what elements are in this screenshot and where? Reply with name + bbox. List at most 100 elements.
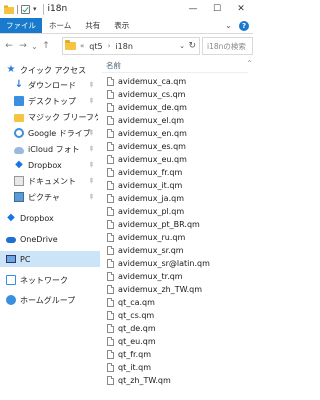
file-row[interactable]: avidemux_eu.qm [102, 153, 250, 166]
nav-item-onedrive[interactable]: OneDrive [0, 231, 100, 247]
window-title: i18n [47, 4, 68, 14]
up-button[interactable]: ↑ [39, 36, 53, 56]
separator [42, 3, 44, 15]
refresh-icon[interactable]: ↻ [188, 41, 196, 51]
file-row[interactable]: avidemux_sr.qm [102, 244, 250, 257]
file-list-pane: 名前 ^ avidemux_ca.qm avidemux_cs.qm avidemu… [100, 58, 253, 400]
nav-item-label: PC [20, 254, 31, 264]
properties-icon[interactable] [21, 4, 30, 14]
tab-view[interactable]: 表示 [107, 18, 136, 33]
navigation-bar: ← → ⌄ ↑ « qt5 › i18n ⌄ ↻ i18nの検索 [0, 34, 253, 58]
nav-item-pc[interactable]: PC [0, 251, 100, 267]
breadcrumb-separator-icon[interactable]: › [108, 42, 111, 50]
file-row[interactable]: avidemux_el.qm [102, 114, 250, 127]
file-row[interactable]: avidemux_de.qm [102, 101, 250, 114]
nav-item-label: クイック アクセス [20, 65, 87, 75]
nav-item-icloud-photos[interactable]: iCloud フォト ✎ [0, 141, 100, 157]
nav-item-label: OneDrive [20, 234, 58, 244]
file-row[interactable]: qt_eu.qm [102, 335, 250, 348]
file-row[interactable]: avidemux_pt_BR.qm [102, 218, 250, 231]
minimize-button[interactable]: — [181, 0, 205, 18]
file-name: qt_fr.qm [118, 350, 151, 359]
file-row[interactable]: avidemux_es.qm [102, 140, 250, 153]
nav-item-label: ダウンロード [28, 80, 76, 90]
nav-item-desktop[interactable]: デスクトップ ✎ [0, 93, 100, 109]
folder-icon [65, 40, 76, 50]
separator [17, 4, 18, 14]
file-row[interactable]: avidemux_it.qm [102, 179, 250, 192]
file-name: qt_cs.qm [118, 311, 155, 320]
file-icon [107, 116, 114, 125]
file-row[interactable]: avidemux_ca.qm [102, 75, 250, 88]
file-row[interactable]: qt_ca.qm [102, 296, 250, 309]
nav-item-downloads[interactable]: ↓ ダウンロード ✎ [0, 77, 100, 93]
file-icon [107, 272, 114, 281]
search-box[interactable]: i18nの検索 [202, 37, 253, 55]
nav-item-network[interactable]: ネットワーク [0, 272, 100, 288]
file-icon [107, 324, 114, 333]
file-icon [107, 129, 114, 138]
homegroup-icon [6, 295, 16, 305]
close-button[interactable]: ✕ [229, 0, 253, 18]
nav-item-quick-access[interactable]: ★ クイック アクセス [0, 62, 100, 78]
breadcrumb-qt5[interactable]: qt5 [89, 42, 102, 51]
file-row[interactable]: avidemux_en.qm [102, 127, 250, 140]
file-icon [107, 220, 114, 229]
quick-access-toolbar-dropdown-icon[interactable]: ▾ [33, 5, 37, 13]
dropbox-icon: ◆ [15, 159, 23, 170]
pin-icon: ✎ [86, 144, 96, 154]
nav-item-google-drive[interactable]: Google ドライブ ✎ [0, 125, 100, 141]
file-row[interactable]: avidemux_pl.qm [102, 205, 250, 218]
recent-locations-icon[interactable]: ⌄ [30, 36, 39, 56]
expand-ribbon-icon[interactable]: ⌄ [224, 21, 233, 30]
file-row[interactable]: avidemux_fr.qm [102, 166, 250, 179]
file-name: avidemux_ca.qm [118, 77, 187, 86]
tab-share[interactable]: 共有 [78, 18, 107, 33]
address-bar[interactable]: « qt5 › i18n ⌄ ↻ [62, 37, 200, 55]
forward-button[interactable]: → [16, 36, 30, 56]
file-icon [107, 376, 114, 385]
navigation-pane: ★ クイック アクセス ↓ ダウンロード ✎ デスクトップ ✎ マジック ブリー… [0, 58, 100, 400]
nav-item-label: Dropbox [28, 160, 62, 170]
nav-item-briefcase[interactable]: マジック ブリーフケース ✎ [0, 109, 100, 125]
file-row[interactable]: qt_cs.qm [102, 309, 250, 322]
breadcrumb-i18n[interactable]: i18n [115, 42, 132, 51]
file-name: qt_eu.qm [118, 337, 156, 346]
dropbox-icon: ◆ [7, 212, 15, 223]
file-row[interactable]: avidemux_cs.qm [102, 88, 250, 101]
nav-item-pictures[interactable]: ピクチャ ✎ [0, 189, 100, 205]
file-row[interactable]: qt_fr.qm [102, 348, 250, 361]
tab-file[interactable]: ファイル [0, 18, 42, 33]
overflow-crumb-icon[interactable]: « [80, 42, 84, 50]
file-name: qt_zh_TW.qm [118, 376, 171, 385]
file-name: avidemux_sr@latin.qm [118, 259, 210, 268]
address-dropdown-icon[interactable]: ⌄ [179, 42, 185, 50]
back-button[interactable]: ← [2, 36, 16, 56]
file-icon [107, 298, 114, 307]
file-icon [107, 103, 114, 112]
file-row[interactable]: qt_zh_TW.qm [102, 374, 250, 387]
nav-item-documents[interactable]: ドキュメント ✎ [0, 173, 100, 189]
maximize-button[interactable]: ☐ [205, 0, 229, 18]
file-row[interactable]: avidemux_ja.qm [102, 192, 250, 205]
file-row[interactable]: avidemux_zh_TW.qm [102, 283, 250, 296]
file-icon [107, 337, 114, 346]
nav-item-dropbox-quick[interactable]: ◆ Dropbox ✎ [0, 157, 100, 173]
file-row[interactable]: qt_de.qm [102, 322, 250, 335]
nav-item-label: Google ドライブ [28, 128, 91, 138]
tab-home[interactable]: ホーム [42, 18, 78, 33]
file-row[interactable]: avidemux_ru.qm [102, 231, 250, 244]
pin-icon: ✎ [86, 96, 96, 106]
file-row[interactable]: avidemux_sr@latin.qm [102, 257, 250, 270]
nav-item-homegroup[interactable]: ホームグループ [0, 292, 100, 308]
file-name: avidemux_es.qm [118, 142, 186, 151]
pc-icon [6, 255, 16, 263]
file-row[interactable]: qt_it.qm [102, 361, 250, 374]
file-icon [107, 311, 114, 320]
column-header-name[interactable]: 名前 [106, 60, 121, 71]
header-divider [102, 72, 248, 73]
file-row[interactable]: avidemux_tr.qm [102, 270, 250, 283]
nav-item-dropbox[interactable]: ◆ Dropbox [0, 210, 100, 226]
nav-item-label: デスクトップ [28, 96, 76, 106]
help-icon[interactable]: ? [239, 21, 249, 31]
